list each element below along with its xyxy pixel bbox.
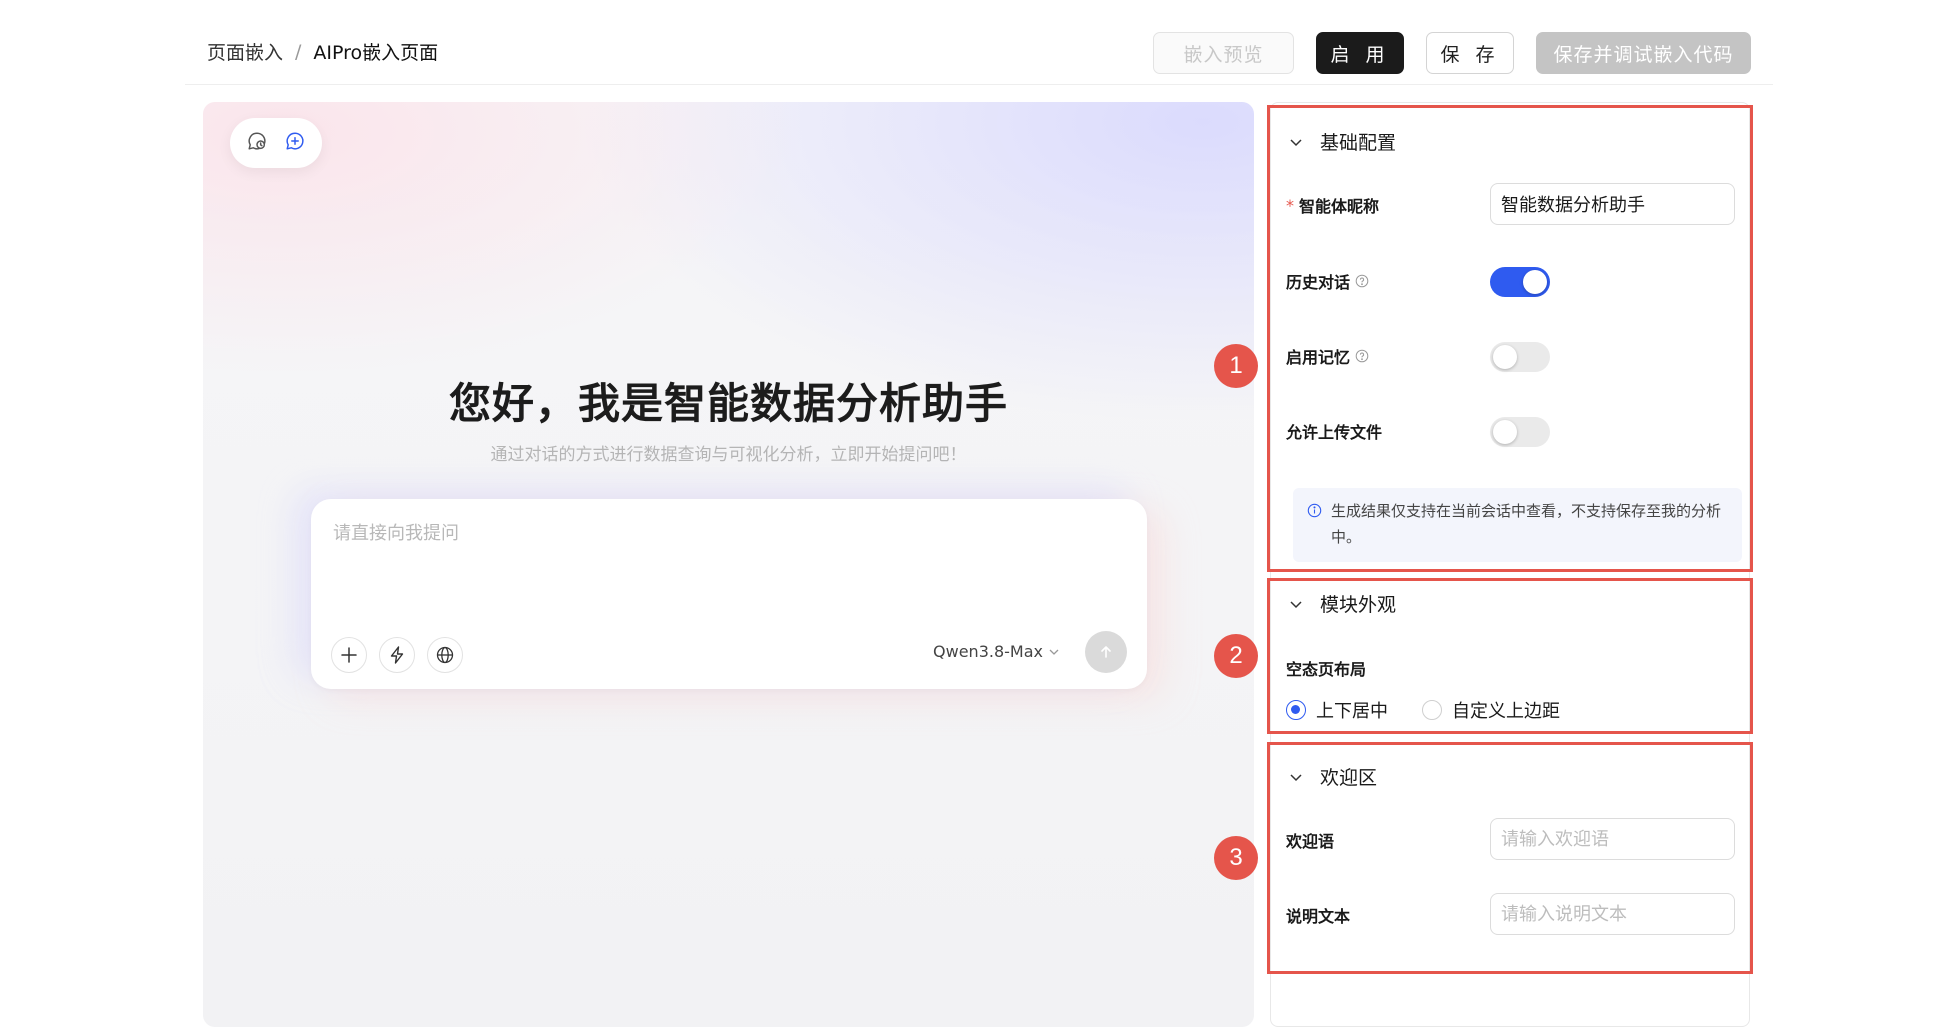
lightning-icon[interactable] [379, 637, 415, 673]
description-label-text: 说明文本 [1286, 907, 1351, 926]
embed-preview-button[interactable]: 嵌入预览 [1153, 32, 1294, 74]
help-icon[interactable] [1355, 349, 1369, 363]
radio-custom-margin[interactable]: 自定义上边距 [1422, 697, 1560, 723]
section-welcome-title: 欢迎区 [1320, 767, 1378, 789]
memory-label-text: 启用记忆 [1286, 348, 1351, 367]
new-chat-icon[interactable] [284, 130, 306, 156]
enable-button[interactable]: 启 用 [1316, 32, 1404, 74]
greeting-label-text: 欢迎语 [1286, 832, 1335, 851]
description-label: 说明文本 [1286, 903, 1350, 927]
layout-radio-group: 上下居中 自定义上边距 [1286, 697, 1594, 723]
memory-toggle[interactable] [1490, 342, 1550, 372]
chevron-down-icon [1290, 138, 1302, 146]
info-notice: 生成结果仅支持在当前会话中查看，不支持保存至我的分析中。 [1293, 488, 1742, 562]
upload-label-text: 允许上传文件 [1286, 423, 1383, 442]
model-select-label: Qwen3.8-Max [933, 642, 1043, 661]
history-label: 历史对话 [1286, 269, 1369, 293]
section-basic-title: 基础配置 [1320, 132, 1397, 154]
radio-center[interactable]: 上下居中 [1286, 697, 1388, 723]
section-badge-3: 3 [1214, 836, 1258, 880]
breadcrumb-parent[interactable]: 页面嵌入 [207, 38, 283, 65]
upload-toggle[interactable] [1490, 417, 1550, 447]
section-appearance-header[interactable]: 模块外观 [1288, 590, 1396, 617]
model-select[interactable]: Qwen3.8-Max [933, 642, 1061, 661]
nickname-input[interactable] [1490, 183, 1735, 225]
radio-custom-margin-label: 自定义上边距 [1452, 701, 1560, 722]
top-bar: 页面嵌入 / AIPro嵌入页面 嵌入预览 启 用 保 存 保存并调试嵌入代码 [185, 0, 1773, 85]
welcome-subtitle: 通过对话的方式进行数据查询与可视化分析，立即开始提问吧！ [490, 445, 967, 465]
breadcrumb: 页面嵌入 / AIPro嵌入页面 [207, 38, 438, 65]
section-welcome-header[interactable]: 欢迎区 [1288, 763, 1377, 790]
chevron-down-icon [1049, 649, 1059, 655]
send-button[interactable] [1085, 631, 1127, 673]
chevron-down-icon [1290, 773, 1302, 781]
section-appearance-title: 模块外观 [1320, 594, 1397, 616]
breadcrumb-separator: / [295, 40, 302, 63]
history-toggle[interactable] [1490, 267, 1550, 297]
top-actions: 嵌入预览 启 用 保 存 保存并调试嵌入代码 [1153, 32, 1751, 74]
chat-input-placeholder[interactable]: 请直接向我提问 [333, 519, 459, 545]
memory-label: 启用记忆 [1286, 344, 1369, 368]
mini-toolbar [230, 118, 322, 168]
description-input[interactable] [1490, 893, 1735, 935]
section-badge-2: 2 [1214, 634, 1258, 678]
layout-label: 空态页布局 [1286, 656, 1366, 680]
greeting-input[interactable] [1490, 818, 1735, 860]
upload-label: 允许上传文件 [1286, 419, 1382, 443]
history-chat-icon[interactable] [246, 130, 268, 156]
layout-label-text: 空态页布局 [1286, 660, 1367, 679]
required-mark: * [1286, 195, 1294, 215]
chevron-down-icon [1290, 600, 1302, 608]
save-button[interactable]: 保 存 [1426, 32, 1514, 74]
embed-preview-panel: 您好，我是智能数据分析助手 通过对话的方式进行数据查询与可视化分析，立即开始提问… [203, 102, 1254, 1027]
history-label-text: 历史对话 [1286, 273, 1351, 292]
toggle-knob [1493, 345, 1517, 369]
toggle-knob [1523, 270, 1547, 294]
radio-dot-checked [1286, 700, 1306, 720]
help-icon[interactable] [1355, 274, 1369, 288]
globe-icon[interactable] [427, 637, 463, 673]
plus-icon[interactable] [331, 637, 367, 673]
chat-tools [331, 637, 463, 673]
section-badge-1: 1 [1214, 344, 1258, 388]
toggle-knob [1493, 420, 1517, 444]
section-basic-header[interactable]: 基础配置 [1288, 128, 1396, 155]
breadcrumb-current: AIPro嵌入页面 [313, 42, 439, 64]
save-and-debug-button[interactable]: 保存并调试嵌入代码 [1536, 32, 1751, 74]
info-notice-text: 生成结果仅支持在当前会话中查看，不支持保存至我的分析中。 [1331, 502, 1722, 546]
info-icon [1307, 503, 1322, 518]
radio-center-label: 上下居中 [1316, 701, 1388, 722]
nickname-label-text: 智能体昵称 [1299, 197, 1380, 216]
chat-input-box[interactable]: 请直接向我提问 Qwen3.8-Max [311, 499, 1147, 689]
nickname-label: * 智能体昵称 [1286, 193, 1379, 217]
arrow-up-icon [1101, 646, 1111, 658]
welcome-title: 您好，我是智能数据分析助手 [448, 379, 1008, 428]
radio-dot [1422, 700, 1442, 720]
greeting-label: 欢迎语 [1286, 828, 1334, 852]
